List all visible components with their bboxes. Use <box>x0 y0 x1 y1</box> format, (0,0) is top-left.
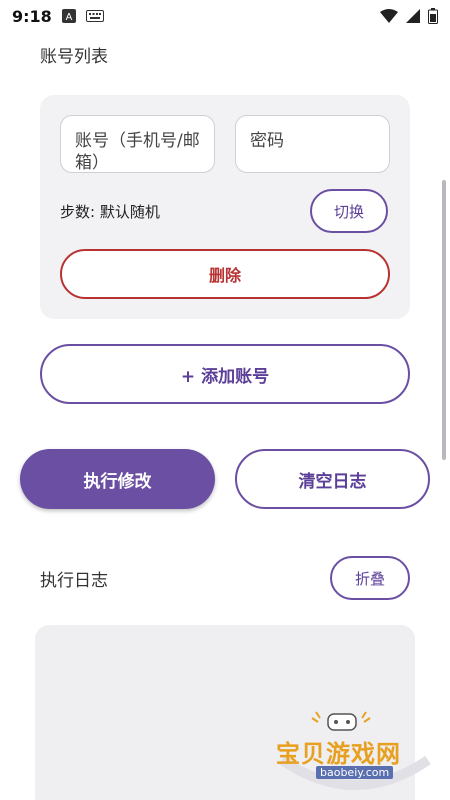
wifi-icon <box>380 9 398 23</box>
log-title: 执行日志 <box>40 571 108 591</box>
steps-label: 步数: 默认随机 <box>60 203 160 221</box>
add-account-button[interactable]: + 添加账号 <box>40 344 410 404</box>
delete-button[interactable]: 删除 <box>60 249 390 299</box>
battery-icon <box>428 8 438 24</box>
account-input[interactable]: 账号（手机号/邮箱） <box>60 115 215 173</box>
svg-text:A: A <box>65 12 72 23</box>
scrollbar[interactable] <box>442 180 446 460</box>
keyboard-icon <box>85 10 104 22</box>
collapse-button[interactable]: 折叠 <box>330 556 410 600</box>
status-time: 9:18 <box>12 6 52 26</box>
clear-log-button[interactable]: 清空日志 <box>235 449 430 509</box>
watermark-url: baobeiy.com <box>316 766 394 779</box>
execute-button[interactable]: 执行修改 <box>20 449 215 509</box>
account-list-title: 账号列表 <box>40 47 108 67</box>
status-left: 9:18 A <box>12 7 104 26</box>
watermark-text: 宝贝游戏网 <box>276 740 401 768</box>
signal-icon <box>406 9 420 23</box>
password-input[interactable]: 密码 <box>235 115 390 173</box>
status-right <box>380 8 438 24</box>
switch-button[interactable]: 切换 <box>310 189 388 233</box>
watermark-logo: 宝贝游戏网 baobeiy.com <box>270 710 440 790</box>
status-bar: 9:18 A <box>0 0 450 32</box>
account-card: 账号（手机号/邮箱） 密码 步数: 默认随机 切换 删除 <box>40 95 410 319</box>
android-system-icon: A <box>61 9 76 23</box>
